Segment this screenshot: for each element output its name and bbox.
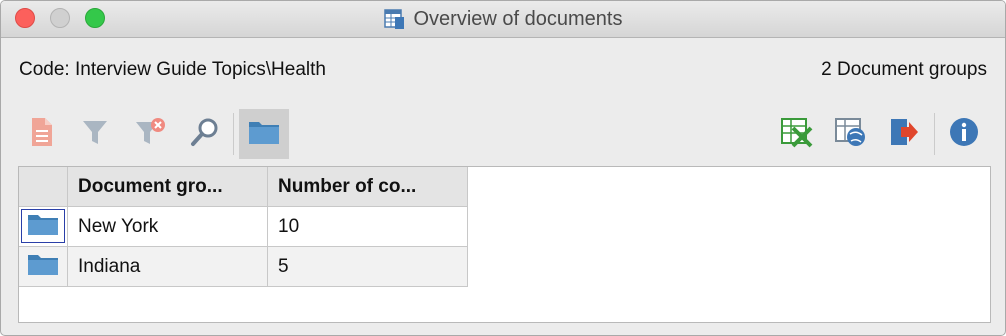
info-row: Code: Interview Guide Topics\Health 2 Do…: [19, 59, 987, 85]
overview-window: Overview of documents Code: Interview Gu…: [0, 0, 1006, 336]
column-header-number-of-codes[interactable]: Number of co...: [268, 167, 468, 207]
toolbar-separator: [934, 113, 935, 155]
title-bar: Overview of documents: [1, 1, 1005, 38]
toolbar-separator: [233, 113, 234, 155]
web-export-icon: [833, 116, 867, 153]
row-icon-cell: [19, 247, 68, 287]
document-icon: [28, 116, 56, 153]
export-excel-button[interactable]: [771, 109, 821, 159]
export-button[interactable]: [879, 109, 929, 159]
search-icon: [189, 116, 221, 153]
filter-icon: [80, 117, 110, 152]
count-cell: 10: [268, 207, 468, 247]
info-icon: [948, 116, 980, 153]
show-document-groups-button[interactable]: [239, 109, 289, 159]
overview-table-icon: [383, 8, 406, 30]
document-group-cell: New York: [68, 207, 268, 247]
column-header-document-group[interactable]: Document gro...: [68, 167, 268, 207]
open-document-button[interactable]: [17, 109, 67, 159]
toolbar: [17, 109, 989, 159]
row-icon-header: [19, 167, 68, 207]
export-web-button[interactable]: [825, 109, 875, 159]
folder-icon: [27, 252, 59, 281]
count-cell: 5: [268, 247, 468, 287]
search-button[interactable]: [180, 109, 230, 159]
excel-export-icon: [779, 116, 813, 153]
folder-icon: [247, 118, 281, 151]
info-button[interactable]: [939, 109, 989, 159]
row-focus-outline: [21, 209, 65, 243]
code-label: Code: Interview Guide Topics\Health: [19, 59, 326, 80]
document-group-count: 2 Document groups: [821, 59, 987, 80]
remove-filter-icon: [133, 116, 167, 153]
remove-filter-button[interactable]: [125, 109, 175, 159]
document-groups-table: Document gro... Number of co... New York…: [18, 166, 991, 323]
title-wrap: Overview of documents: [1, 1, 1005, 37]
window-title: Overview of documents: [413, 7, 623, 30]
row-icon-cell: [19, 207, 68, 247]
filter-button[interactable]: [70, 109, 120, 159]
document-group-cell: Indiana: [68, 247, 268, 287]
export-icon: [887, 116, 921, 153]
